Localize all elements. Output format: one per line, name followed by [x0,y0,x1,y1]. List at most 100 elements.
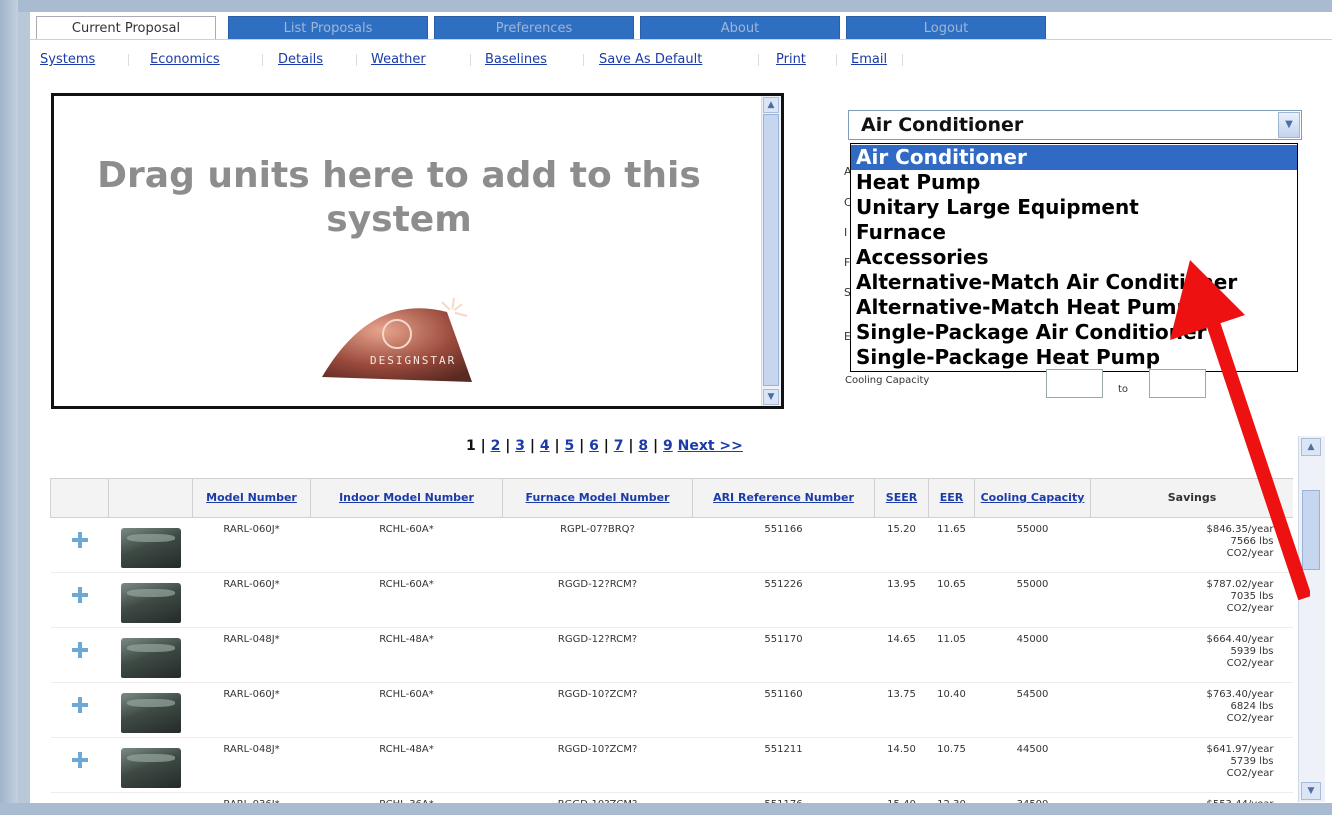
tab-current-proposal[interactable]: Current Proposal [36,16,216,40]
unit-image[interactable] [120,693,181,733]
subnav-separator [902,54,903,66]
tab-about[interactable]: About [640,16,840,40]
page-link[interactable]: 4 [540,438,550,454]
page-link[interactable]: 7 [614,438,624,454]
subnav-save-as-default[interactable]: Save As Default [599,52,702,67]
subnav-weather[interactable]: Weather [371,52,426,67]
tab-list-proposals[interactable]: List Proposals [228,16,428,40]
furnace-model-cell: RGPL-07?BRQ? [502,517,693,573]
subnav-baselines[interactable]: Baselines [485,52,547,67]
subnav-separator [128,54,129,66]
add-unit-icon[interactable] [70,640,90,660]
model-number-cell: RARL-060J* [192,517,311,573]
seer-cell: 14.50 [874,737,929,793]
dropdown-option-alternative-match-air-conditioner[interactable]: Alternative-Match Air Conditioner [851,270,1297,295]
add-unit-icon[interactable] [70,585,90,605]
subnav-separator [262,54,263,66]
subnav-separator [836,54,837,66]
chevron-down-icon[interactable]: ▼ [1278,112,1300,138]
furnace-model-cell: RGGD-12?RCM? [502,627,693,683]
seer-cell: 15.20 [874,517,929,573]
ari-reference-cell: 551176 [692,792,875,803]
dropdown-option-heat-pump[interactable]: Heat Pump [851,170,1297,195]
column-header-eer[interactable]: EER [928,478,975,518]
scroll-down-icon[interactable]: ▼ [1301,782,1321,800]
add-cell [50,792,109,803]
system-drop-zone[interactable]: Drag units here to add to this system DE… [51,93,784,409]
window-frame-left [0,0,18,815]
subnav-economics[interactable]: Economics [150,52,220,67]
cooling-capacity-max-input[interactable] [1149,369,1206,398]
dropdown-option-single-package-heat-pump[interactable]: Single-Package Heat Pump [851,345,1297,370]
page-link[interactable]: 6 [589,438,599,454]
column-header-cooling-capacity[interactable]: Cooling Capacity [974,478,1091,518]
table-row: RARL-060J* RCHL-60A* RGGD-10?ZCM? 551160 13.… [50,682,1293,738]
next-page-link[interactable]: Next >> [678,438,743,454]
furnace-model-cell: RGGD-10?ZCM? [502,737,693,793]
column-header-ari-reference-number[interactable]: ARI Reference Number [692,478,875,518]
logo-wordmark: DESIGNSTAR [370,354,456,367]
page-link[interactable]: 9 [663,438,673,454]
unit-image[interactable] [120,748,181,788]
dropdown-option-alternative-match-heat-pump[interactable]: Alternative-Match Heat Pump [851,295,1297,320]
cooling-capacity-cell: 55000 [974,517,1091,573]
scroll-thumb[interactable] [1302,490,1320,570]
savings-co2: CO2/year [1226,658,1274,669]
ari-reference-cell: 551170 [692,627,875,683]
savings-dollars: $763.40/year [1206,689,1274,700]
range-separator-label: to [1118,384,1129,395]
scroll-thumb[interactable] [763,114,779,386]
column-header-indoor-model-number[interactable]: Indoor Model Number [310,478,503,518]
savings-dollars: $787.02/year [1206,579,1274,590]
model-number-cell: RARL-048J* [192,627,311,683]
dropdown-option-accessories[interactable]: Accessories [851,245,1297,270]
unit-image[interactable] [120,638,181,678]
tab-logout[interactable]: Logout [846,16,1046,40]
eer-cell: 10.40 [928,682,975,738]
column-header-seer[interactable]: SEER [874,478,929,518]
drop-zone-scrollbar[interactable]: ▲ ▼ [761,96,781,406]
subnav-print[interactable]: Print [776,52,806,67]
filter-label-fragment: I [844,226,848,239]
subnav-email[interactable]: Email [851,52,887,67]
drop-zone-message: Drag units here to add to this system [97,155,701,240]
add-unit-icon[interactable] [70,750,90,770]
unit-image[interactable] [120,528,181,568]
table-row: RARL-036J*RCHL-36A*RGGD-10?ZCM?55117615.… [50,792,1293,803]
indoor-model-cell: RCHL-36A* [310,792,503,803]
page-link[interactable]: 3 [515,438,525,454]
column-header-furnace-model-number[interactable]: Furnace Model Number [502,478,693,518]
column-header-model-number[interactable]: Model Number [192,478,311,518]
unit-image[interactable] [120,583,181,623]
scroll-up-icon[interactable]: ▲ [1301,438,1321,456]
page-link[interactable]: 8 [638,438,648,454]
tab-preferences[interactable]: Preferences [434,16,634,40]
scroll-down-icon[interactable]: ▼ [763,389,779,405]
subnav-details[interactable]: Details [278,52,323,67]
cooling-capacity-cell: 34500 [974,792,1091,803]
seer-cell: 15.40 [874,792,929,803]
model-number-cell: RARL-048J* [192,737,311,793]
savings-cell: $763.40/year 6824 lbs CO2/year [1090,682,1293,738]
equipment-category-select[interactable]: Air Conditioner ▼ [848,110,1302,140]
add-unit-icon[interactable] [70,530,90,550]
page-link[interactable]: 2 [491,438,501,454]
pagination: 1 | 2 | 3 | 4 | 5 | 6 | 7 | 8 | 9 Next >… [466,438,743,454]
table-row: RARL-060J* RCHL-60A* RGPL-07?BRQ? 551166 15.… [50,517,1293,573]
subnav-systems[interactable]: Systems [40,52,95,67]
savings-cell: $641.97/year 5739 lbs CO2/year [1090,737,1293,793]
page-link[interactable]: 5 [565,438,575,454]
scroll-up-icon[interactable]: ▲ [763,97,779,113]
dropdown-option-air-conditioner[interactable]: Air Conditioner [851,145,1297,170]
subnav-separator [583,54,584,66]
dropdown-option-single-package-air-conditioner[interactable]: Single-Package Air Conditioner [851,320,1297,345]
table-scrollbar[interactable]: ▲ ▼ [1298,436,1325,802]
add-unit-icon[interactable] [70,695,90,715]
dropdown-option-furnace[interactable]: Furnace [851,220,1297,245]
savings-dollars: $846.35/year [1206,524,1274,535]
app-page: Current Proposal List Proposals Preferen… [30,12,1332,803]
savings-lbs: 7566 lbs [1230,536,1274,547]
table-row: RARL-048J* RCHL-48A* RGGD-12?RCM? 551170 14.… [50,627,1293,683]
dropdown-option-unitary-large-equipment[interactable]: Unitary Large Equipment [851,195,1297,220]
cooling-capacity-min-input[interactable] [1046,369,1103,398]
